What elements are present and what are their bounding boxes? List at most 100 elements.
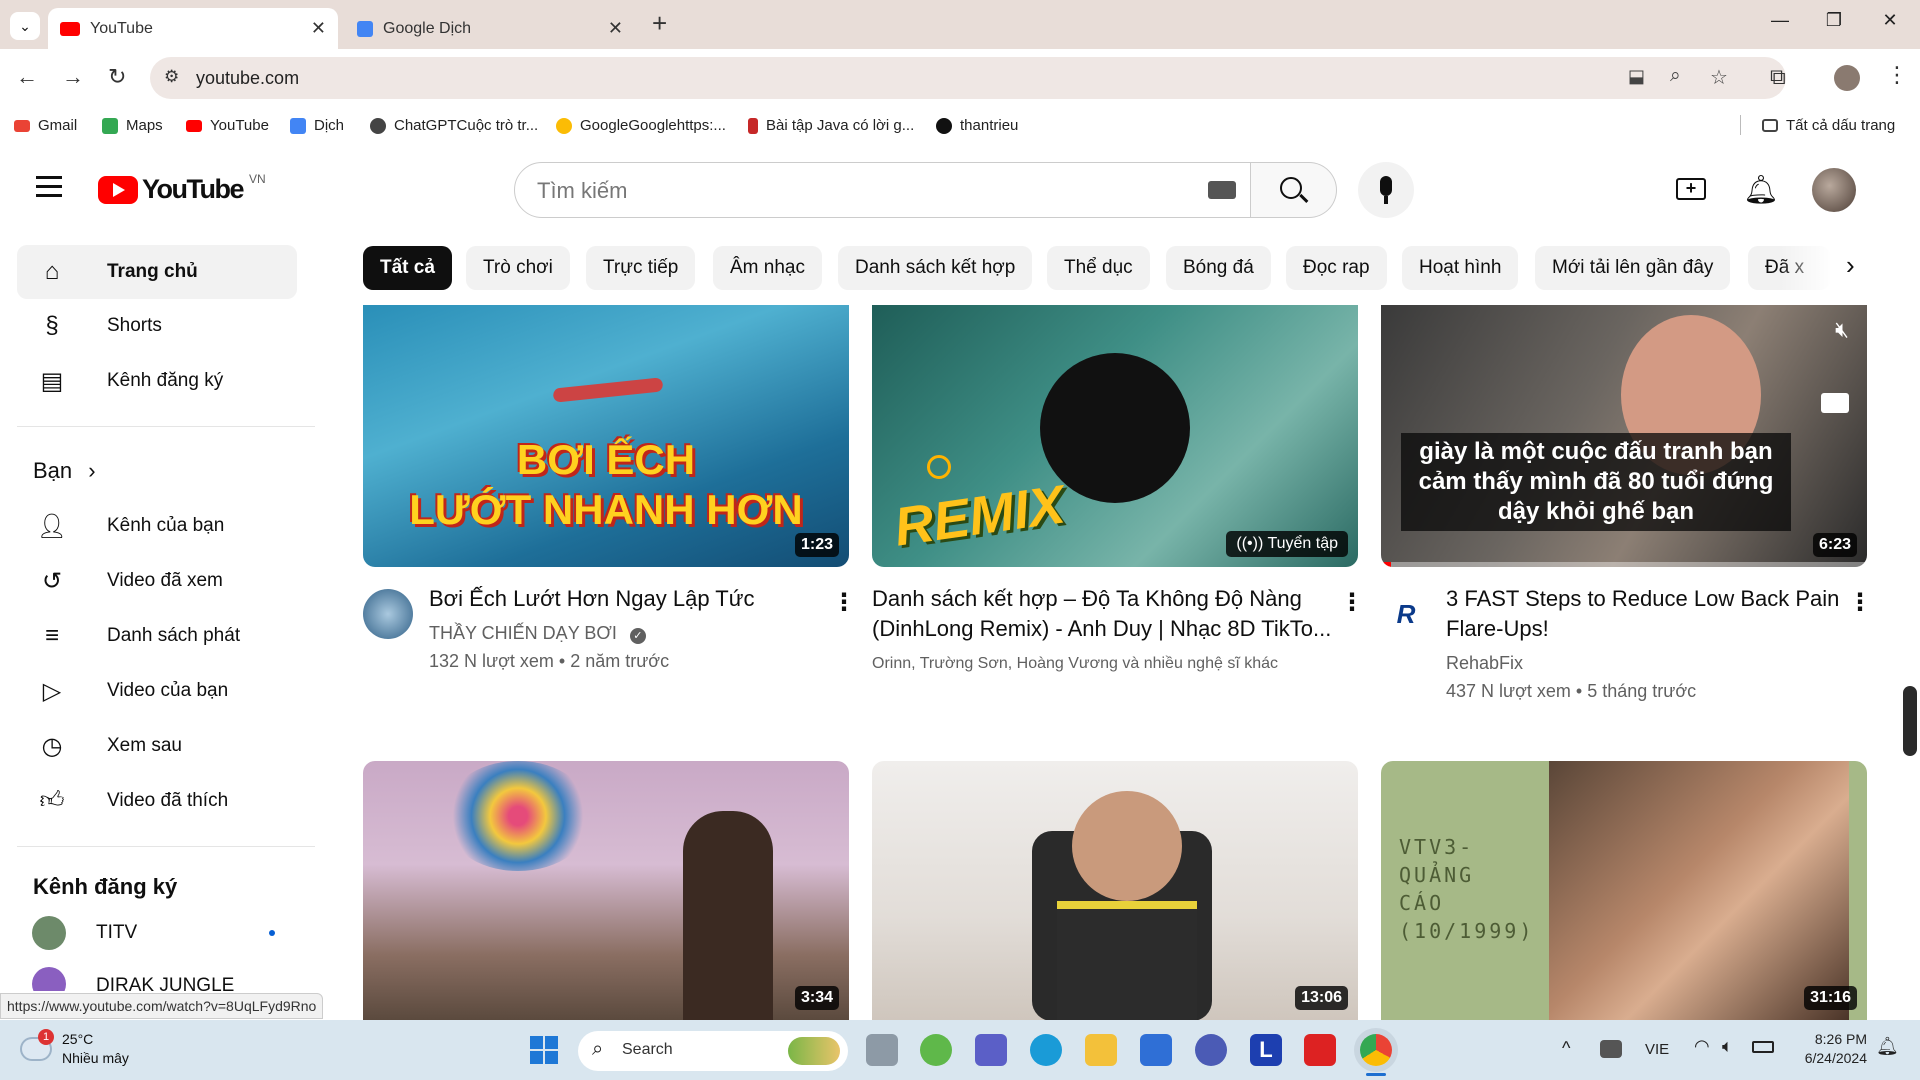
sidebar-item-home[interactable]: ⌂ Trang chủ bbox=[17, 245, 297, 299]
notification-bell-icon[interactable]: 🔔︎ bbox=[1876, 1036, 1899, 1057]
chip-mixes[interactable]: Danh sách kết hợp bbox=[838, 246, 1033, 290]
sidebar-item-history[interactable]: ↺ Video đã xem bbox=[17, 554, 297, 608]
chip-recently-uploaded[interactable]: Mới tải lên gần đây bbox=[1535, 246, 1731, 290]
back-icon[interactable]: ← bbox=[16, 64, 38, 90]
video-thumbnail-2[interactable]: REMIX ((•)) Tuyển tập bbox=[872, 305, 1358, 567]
site-info-icon[interactable]: ⚙ bbox=[164, 67, 179, 87]
video-title[interactable]: Bơi Ếch Lướt Hơn Ngay Lập Tức bbox=[429, 584, 809, 614]
account-avatar[interactable] bbox=[1812, 168, 1856, 212]
search-input[interactable]: Tìm kiếm bbox=[514, 162, 1251, 218]
show-hidden-icons[interactable]: ^ bbox=[1562, 1038, 1570, 1059]
battery-icon[interactable] bbox=[1752, 1041, 1774, 1053]
window-close-icon[interactable]: ✕ bbox=[1870, 10, 1910, 31]
chip-football[interactable]: Bóng đá bbox=[1166, 246, 1271, 290]
sidebar-item-your-videos[interactable]: ▷ Video của bạn bbox=[17, 664, 297, 718]
video-thumbnail-1[interactable]: BƠI ẾCH LƯỚT NHANH HƠN 1:23 bbox=[363, 305, 849, 567]
clock[interactable]: 8:26 PM 6/24/2024 bbox=[1792, 1030, 1867, 1068]
profile-avatar[interactable] bbox=[1834, 65, 1860, 91]
channel-name[interactable]: THẦY CHIẾN DẠY BƠI ✓ bbox=[429, 620, 646, 647]
chrome-icon[interactable] bbox=[1360, 1034, 1392, 1066]
voice-search-button[interactable] bbox=[1358, 162, 1414, 218]
video-title[interactable]: Danh sách kết hợp – Độ Ta Không Độ Nàng … bbox=[872, 584, 1332, 644]
bookmark-chatgpt[interactable]: ChatGPTCuộc trò tr... bbox=[370, 117, 538, 134]
bookmark-translate[interactable]: Dịch bbox=[290, 117, 344, 134]
sidebar-item-your-channel[interactable]: 👤︎ Kênh của bạn bbox=[17, 499, 297, 553]
mute-icon[interactable]: 🔇︎ bbox=[1835, 317, 1849, 343]
keyboard-icon[interactable] bbox=[1208, 181, 1236, 199]
app-icon-triangle[interactable] bbox=[1195, 1034, 1227, 1066]
sidebar-item-channel-titv[interactable]: TITV bbox=[17, 906, 297, 960]
sidebar-item-subscriptions[interactable]: ▤ Kênh đăng ký bbox=[17, 354, 297, 408]
address-bar[interactable]: ⚙ youtube.com ⬓ ⌕ ☆ bbox=[150, 57, 1786, 99]
bookmark-google[interactable]: GoogleGooglehttps:... bbox=[556, 117, 726, 134]
video-thumbnail-4[interactable]: 3:34 bbox=[363, 761, 849, 1020]
chip-live[interactable]: Trực tiếp bbox=[586, 246, 696, 290]
more-actions-icon[interactable]: ⋮ bbox=[832, 588, 856, 617]
video-thumbnail-5[interactable]: 13:06 bbox=[872, 761, 1358, 1020]
extensions-icon[interactable]: ⧉ bbox=[1770, 64, 1786, 90]
chip-games[interactable]: Trò chơi bbox=[466, 246, 570, 290]
chip-all[interactable]: Tất cả bbox=[363, 246, 452, 290]
channel-avatar[interactable]: R bbox=[1381, 589, 1431, 639]
zoom-icon[interactable]: ⌕ bbox=[1670, 65, 1681, 87]
more-actions-icon[interactable]: ⋮ bbox=[1848, 588, 1872, 617]
youtube-logo[interactable]: YouTube VN bbox=[98, 172, 266, 205]
tab-youtube[interactable]: YouTube ✕ bbox=[48, 8, 338, 49]
teams-icon[interactable] bbox=[975, 1034, 1007, 1066]
file-explorer-icon[interactable] bbox=[1085, 1034, 1117, 1066]
antivirus-icon[interactable] bbox=[1304, 1034, 1336, 1066]
tab-search-button[interactable]: ⌄ bbox=[10, 12, 40, 40]
all-bookmarks[interactable]: Tất cả dấu trang bbox=[1762, 117, 1895, 134]
chips-next-icon[interactable]: › bbox=[1846, 250, 1855, 281]
sidebar-item-channel-dirak-jungle[interactable]: DIRAK JUNGLE bbox=[17, 961, 297, 991]
microsoft-store-icon[interactable] bbox=[1140, 1034, 1172, 1066]
sidebar-you-title[interactable]: Bạn › bbox=[33, 458, 96, 484]
bookmark-gmail[interactable]: Gmail bbox=[14, 117, 77, 134]
search-button[interactable] bbox=[1251, 162, 1337, 218]
app-icon-l[interactable]: L bbox=[1250, 1034, 1282, 1066]
page-scrollbar-thumb[interactable] bbox=[1903, 686, 1917, 756]
video-thumbnail-3[interactable]: 🔇︎ giày là một cuộc đấu tranh bạn cảm th… bbox=[1381, 305, 1867, 567]
new-tab-button[interactable]: + bbox=[652, 8, 667, 39]
chip-fitness[interactable]: Thể dục bbox=[1047, 246, 1150, 290]
video-thumbnail-6[interactable]: VTV3- QUẢNG CÁO (10/1999) 31:16 bbox=[1381, 761, 1867, 1020]
edge-icon[interactable] bbox=[1030, 1034, 1062, 1066]
network-status-icon[interactable] bbox=[1600, 1040, 1622, 1058]
reload-icon[interactable]: ↻ bbox=[108, 64, 126, 90]
sidebar-item-watch-later[interactable]: ◷ Xem sau bbox=[17, 719, 297, 773]
captions-icon[interactable] bbox=[1821, 393, 1849, 413]
chip-music[interactable]: Âm nhạc bbox=[713, 246, 822, 290]
channel-name[interactable]: Orinn, Trường Sơn, Hoàng Vương và nhiều … bbox=[872, 650, 1278, 677]
chip-rap[interactable]: Đọc rap bbox=[1286, 246, 1387, 290]
hamburger-menu-icon[interactable] bbox=[36, 176, 62, 197]
sidebar-item-shorts[interactable]: § Shorts bbox=[17, 299, 297, 353]
bookmark-maps[interactable]: Maps bbox=[102, 117, 163, 134]
install-app-icon[interactable]: ⬓ bbox=[1628, 66, 1645, 87]
chip-cartoon[interactable]: Hoạt hình bbox=[1402, 246, 1519, 290]
bookmark-star-icon[interactable]: ☆ bbox=[1710, 65, 1728, 90]
close-tab-icon[interactable]: ✕ bbox=[311, 18, 326, 39]
video-title[interactable]: 3 FAST Steps to Reduce Low Back Pain Fla… bbox=[1446, 584, 1841, 644]
channel-avatar[interactable] bbox=[363, 589, 413, 639]
sidebar-item-playlists[interactable]: ≡ Danh sách phát bbox=[17, 609, 297, 663]
chrome-menu-icon[interactable]: ⋮ bbox=[1886, 62, 1908, 88]
sidebar-item-liked-videos[interactable]: 👍︎ Video đã thích bbox=[17, 774, 297, 828]
task-view-icon[interactable] bbox=[866, 1034, 898, 1066]
notifications-bell-icon[interactable]: 🔔︎ bbox=[1743, 173, 1779, 206]
wifi-icon[interactable]: ◠ bbox=[1694, 1036, 1710, 1057]
windows-start-icon[interactable] bbox=[530, 1036, 558, 1064]
taskbar-search[interactable]: ⌕ Search bbox=[578, 1031, 848, 1071]
create-video-icon[interactable]: + bbox=[1676, 178, 1706, 200]
channel-name[interactable]: RehabFix bbox=[1446, 650, 1523, 677]
bookmark-youtube[interactable]: YouTube bbox=[186, 117, 269, 134]
input-language[interactable]: VIE bbox=[1645, 1041, 1669, 1058]
close-tab-icon[interactable]: ✕ bbox=[608, 18, 623, 39]
tab-google-translate[interactable]: Google Dịch ✕ bbox=[345, 8, 635, 49]
volume-icon[interactable]: 🔈︎ bbox=[1722, 1036, 1733, 1057]
forward-icon[interactable]: → bbox=[62, 64, 84, 90]
bookmark-java[interactable]: Bài tập Java có lời g... bbox=[748, 117, 914, 134]
minimize-icon[interactable]: — bbox=[1760, 10, 1800, 31]
weather-widget[interactable]: 1 25°C Nhiều mây bbox=[20, 1029, 129, 1068]
restore-icon[interactable]: ❐ bbox=[1814, 10, 1854, 31]
bookmark-github[interactable]: thantrieu bbox=[936, 117, 1018, 134]
